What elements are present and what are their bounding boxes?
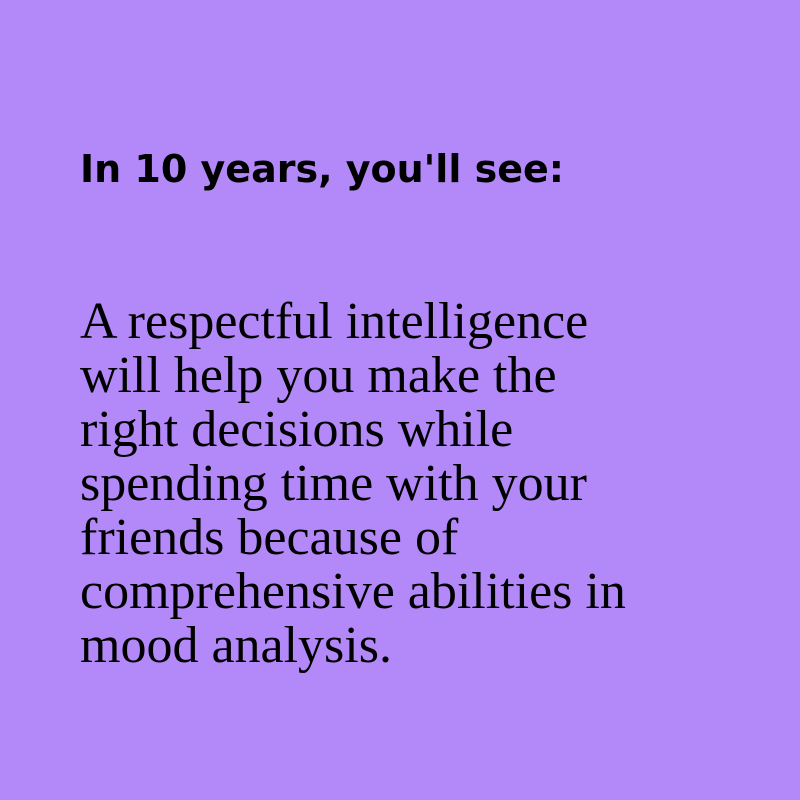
card-heading: In 10 years, you'll see:: [80, 147, 564, 191]
body-line: A respectful intelligence: [80, 293, 589, 350]
body-line: mood analysis.: [80, 617, 392, 674]
body-line: right decisions while: [80, 401, 514, 458]
body-line: will help you make the: [80, 347, 557, 404]
body-line: spending time with your: [80, 455, 587, 512]
quote-card: In 10 years, you'll see: A respectful in…: [0, 0, 800, 800]
body-line: comprehensive abilities in: [80, 563, 626, 620]
card-body-text: A respectful intelligence will help you …: [80, 295, 720, 673]
body-line: friends because of: [80, 509, 459, 566]
